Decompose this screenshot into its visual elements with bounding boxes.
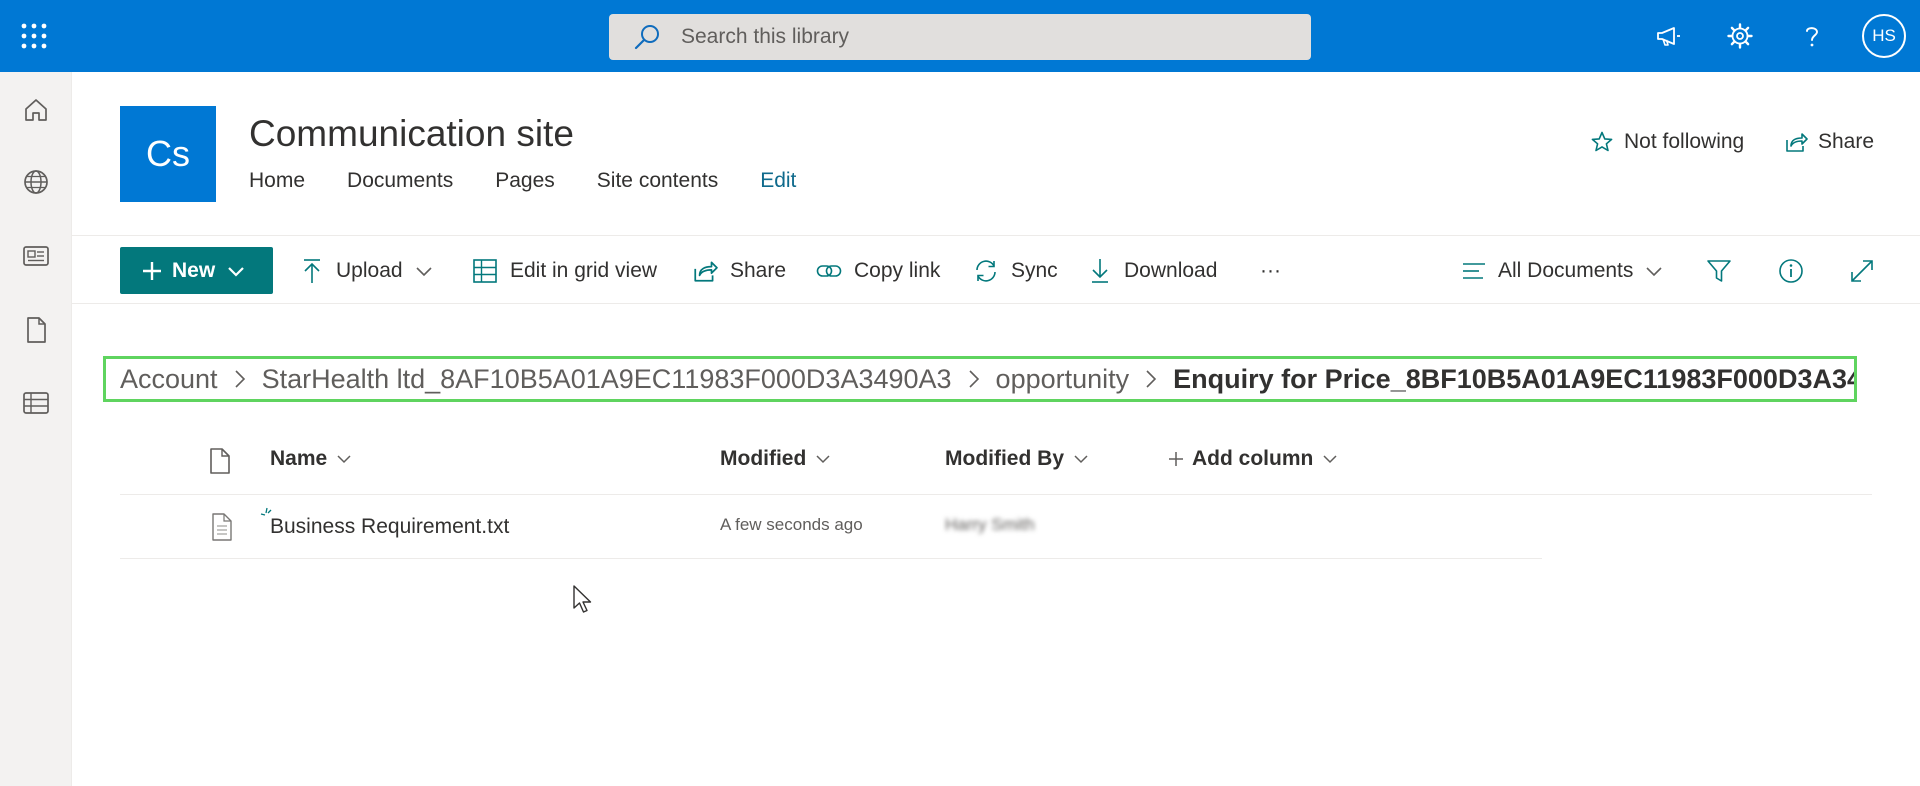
gear-icon[interactable]	[1724, 20, 1756, 52]
column-modified-label: Modified	[720, 447, 807, 470]
site-logo[interactable]: Cs	[120, 106, 216, 202]
view-selector[interactable]: All Documents	[1462, 256, 1663, 286]
site-title: Communication site	[249, 113, 574, 154]
chevron-down-icon	[415, 267, 432, 277]
site-nav: Home Documents Pages Site contents Edit	[249, 169, 838, 193]
breadcrumb-item-company[interactable]: StarHealth ltd_8AF10B5A01A9EC11983F000D3…	[262, 364, 952, 395]
chevron-down-icon	[816, 455, 830, 464]
app-bar	[0, 72, 72, 786]
file-type-icon	[210, 448, 230, 474]
share-icon	[1786, 133, 1808, 152]
view-list-icon	[1463, 263, 1485, 279]
site-share-button[interactable]: Share	[1784, 130, 1874, 154]
search-icon	[633, 23, 661, 51]
mouse-cursor-icon	[572, 584, 594, 614]
globe-icon[interactable]	[18, 164, 54, 200]
chevron-down-icon	[1646, 267, 1662, 277]
view-label: All Documents	[1498, 259, 1634, 282]
file-name-link[interactable]: Business Requirement.txt	[270, 515, 509, 539]
download-button[interactable]: Download	[1088, 256, 1217, 286]
news-icon[interactable]	[18, 238, 54, 274]
info-icon[interactable]	[1776, 256, 1806, 286]
sync-button[interactable]: Sync	[973, 256, 1058, 286]
nav-home[interactable]: Home	[249, 169, 305, 193]
help-icon[interactable]	[1796, 20, 1828, 52]
megaphone-icon[interactable]	[1652, 20, 1684, 52]
file-icon[interactable]	[18, 312, 54, 348]
chevron-down-icon	[1323, 455, 1337, 464]
nav-site-contents[interactable]: Site contents	[597, 169, 718, 193]
add-column-button[interactable]: Add column	[1168, 447, 1339, 471]
list-item[interactable]: Business Requirement.txt A few seconds a…	[120, 495, 1542, 559]
column-modified-by-label: Modified By	[945, 447, 1064, 470]
site-share-label: Share	[1818, 130, 1875, 153]
share-icon	[694, 261, 718, 282]
header-divider	[72, 235, 1920, 236]
expand-icon[interactable]	[1847, 256, 1877, 286]
share-button[interactable]: Share	[692, 256, 786, 286]
chevron-right-icon	[966, 368, 982, 390]
follow-button[interactable]: Not following	[1590, 130, 1744, 154]
sync-icon	[976, 260, 996, 282]
copy-link-button[interactable]: Copy link	[816, 256, 940, 286]
waffle-icon[interactable]	[20, 22, 48, 50]
chevron-right-icon	[1143, 368, 1159, 390]
star-icon	[1591, 131, 1613, 152]
column-header-modified[interactable]: Modified	[720, 447, 832, 471]
upload-button[interactable]: Upload	[300, 256, 433, 286]
home-icon[interactable]	[18, 92, 54, 128]
edit-grid-label: Edit in grid view	[510, 259, 658, 282]
breadcrumb-item-account[interactable]: Account	[120, 364, 218, 395]
column-header-modified-by[interactable]: Modified By	[945, 447, 1090, 471]
edit-grid-button[interactable]: Edit in grid view	[472, 256, 657, 286]
link-icon	[816, 265, 842, 277]
new-label: New	[172, 258, 216, 282]
chevron-down-icon	[1074, 455, 1088, 464]
column-header-name[interactable]: Name	[270, 447, 353, 471]
breadcrumb-item-opportunity[interactable]: opportunity	[996, 364, 1130, 395]
add-column-label: Add column	[1192, 447, 1314, 470]
chevron-down-icon	[337, 455, 351, 464]
filter-icon[interactable]	[1704, 256, 1734, 286]
copy-link-label: Copy link	[854, 259, 941, 282]
list-icon[interactable]	[18, 385, 54, 421]
upload-icon	[304, 259, 320, 283]
grid-icon	[473, 259, 497, 283]
chevron-down-icon	[228, 266, 244, 277]
search-box[interactable]	[609, 14, 1311, 60]
chevron-right-icon	[232, 368, 248, 390]
new-button[interactable]: New	[120, 247, 273, 294]
modified-value: A few seconds ago	[720, 515, 863, 534]
modified-by-value[interactable]: Harry Smith	[945, 515, 1035, 535]
nav-documents[interactable]: Documents	[347, 169, 453, 193]
nav-pages[interactable]: Pages	[495, 169, 555, 193]
download-label: Download	[1124, 259, 1218, 282]
breadcrumb: Account StarHealth ltd_8AF10B5A01A9EC119…	[103, 356, 1857, 402]
plus-icon	[1169, 452, 1183, 466]
suite-bar: HS	[0, 0, 1920, 72]
file-type-header[interactable]	[208, 447, 232, 475]
nav-edit[interactable]: Edit	[760, 169, 796, 193]
sync-label: Sync	[1011, 259, 1058, 282]
txt-file-icon	[210, 512, 234, 542]
more-button[interactable]: ···	[1260, 256, 1281, 286]
command-divider	[72, 303, 1920, 304]
more-icon: ···	[1260, 259, 1281, 282]
plus-icon	[143, 261, 161, 280]
share-label: Share	[730, 259, 787, 282]
follow-label: Not following	[1624, 130, 1745, 153]
breadcrumb-current: Enquiry for Price_8BF10B5A01A9EC11983F00…	[1173, 363, 1857, 394]
column-name-label: Name	[270, 447, 328, 470]
upload-label: Upload	[336, 259, 403, 282]
user-avatar[interactable]: HS	[1862, 14, 1906, 58]
search-input[interactable]	[679, 24, 1243, 50]
download-icon	[1092, 259, 1108, 283]
